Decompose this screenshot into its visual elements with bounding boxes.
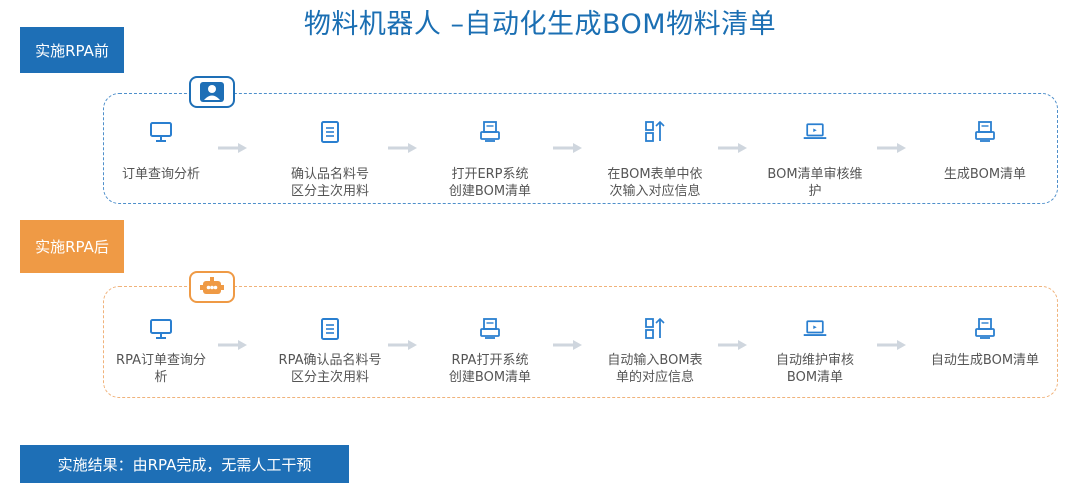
before_steps-step: 打开ERP系统 创建BOM清单 [425, 119, 555, 200]
after-rpa-tag: 实施RPA后 [20, 220, 124, 273]
before_steps-step: 在BOM表单中依 次输入对应信息 [590, 119, 720, 200]
after_steps-step: 自动生成BOM清单 [920, 316, 1050, 369]
step-label-line: BOM清单审核维 [767, 167, 863, 182]
flow-arrow-icon [718, 336, 748, 350]
monitor-icon [148, 316, 174, 342]
after_steps-step: 自动输入BOM表 单的对应信息 [590, 316, 720, 386]
after_steps-step: RPA确认品名料号 区分主次用料 [265, 316, 395, 386]
step-label-line: 自动维护审核 [775, 353, 854, 368]
step-label: RPA订单查询分析 [116, 352, 206, 386]
step-label: BOM清单审核维护 [767, 166, 862, 200]
step-label: 打开ERP系统 创建BOM清单 [449, 166, 531, 200]
result-tag: 实施结果：由RPA完成，无需人工干预 [20, 445, 349, 483]
step-label-line: 订单查询分析 [121, 167, 200, 182]
step-label-line: BOM清单 [786, 370, 844, 385]
before_steps-step: 确认品名料号 区分主次用料 [265, 119, 395, 200]
before_steps-step: BOM清单审核维护 [750, 119, 880, 200]
list-icon [317, 119, 343, 145]
step-label: 自动生成BOM清单 [931, 352, 1039, 369]
step-label: 自动维护审核 BOM清单 [776, 352, 854, 386]
step-label-line: 护 [808, 184, 822, 199]
step-label-line: 在BOM表单中依 [607, 167, 703, 182]
after_steps-step: 自动维护审核 BOM清单 [750, 316, 880, 386]
step-label: 自动输入BOM表 单的对应信息 [607, 352, 702, 386]
flow-arrow-icon [877, 336, 907, 350]
step-label-line: 创建BOM清单 [448, 370, 532, 385]
list-icon [317, 316, 343, 342]
printer-icon [477, 316, 503, 342]
after_steps-step: RPA订单查询分析 [96, 316, 226, 386]
laptop-icon [802, 119, 828, 145]
step-label-line: RPA确认品名料号 [278, 353, 382, 368]
step-label-line: 析 [154, 370, 168, 385]
monitor-icon [148, 119, 174, 145]
printer-icon [972, 316, 998, 342]
flow-arrow-icon [877, 139, 907, 153]
step-label-line: 确认品名料号 [290, 167, 369, 182]
step-label-line: 自动生成BOM清单 [930, 353, 1040, 368]
step-label: 订单查询分析 [122, 166, 200, 183]
flow-arrow-icon [388, 336, 418, 350]
after_steps-step: RPA打开系统 创建BOM清单 [425, 316, 555, 386]
step-label: 在BOM表单中依 次输入对应信息 [607, 166, 702, 200]
robot-icon [189, 271, 235, 303]
step-label-line: RPA打开系统 [451, 353, 529, 368]
before_steps-step: 生成BOM清单 [920, 119, 1050, 183]
before_steps-step: 订单查询分析 [96, 119, 226, 183]
step-label-line: 次输入对应信息 [609, 184, 701, 199]
flow-arrow-icon [218, 336, 248, 350]
page-title: 物料机器人 –自动化生成BOM物料清单 [303, 9, 777, 40]
flow-arrow-icon [218, 139, 248, 153]
step-label-line: 区分主次用料 [290, 184, 369, 199]
step-label-line: 单的对应信息 [615, 370, 694, 385]
step-label: 确认品名料号 区分主次用料 [291, 166, 369, 200]
step-label: RPA打开系统 创建BOM清单 [449, 352, 531, 386]
flow-arrow-icon [553, 336, 583, 350]
step-label: 生成BOM清单 [944, 166, 1026, 183]
flow-arrow-icon [718, 139, 748, 153]
step-label-line: 区分主次用料 [290, 370, 369, 385]
step-label-line: 创建BOM清单 [448, 184, 532, 199]
flow-arrow-icon [553, 139, 583, 153]
step-label-line: 生成BOM清单 [943, 167, 1027, 182]
person-icon [189, 76, 235, 108]
laptop-icon [802, 316, 828, 342]
input-icon [642, 119, 668, 145]
input-icon [642, 316, 668, 342]
step-label-line: 自动输入BOM表 [607, 353, 703, 368]
step-label: RPA确认品名料号 区分主次用料 [279, 352, 382, 386]
step-label-line: 打开ERP系统 [451, 167, 529, 182]
printer-icon [477, 119, 503, 145]
flow-arrow-icon [388, 139, 418, 153]
printer-icon [972, 119, 998, 145]
step-label-line: RPA订单查询分 [116, 353, 206, 368]
before-rpa-tag: 实施RPA前 [20, 27, 124, 73]
